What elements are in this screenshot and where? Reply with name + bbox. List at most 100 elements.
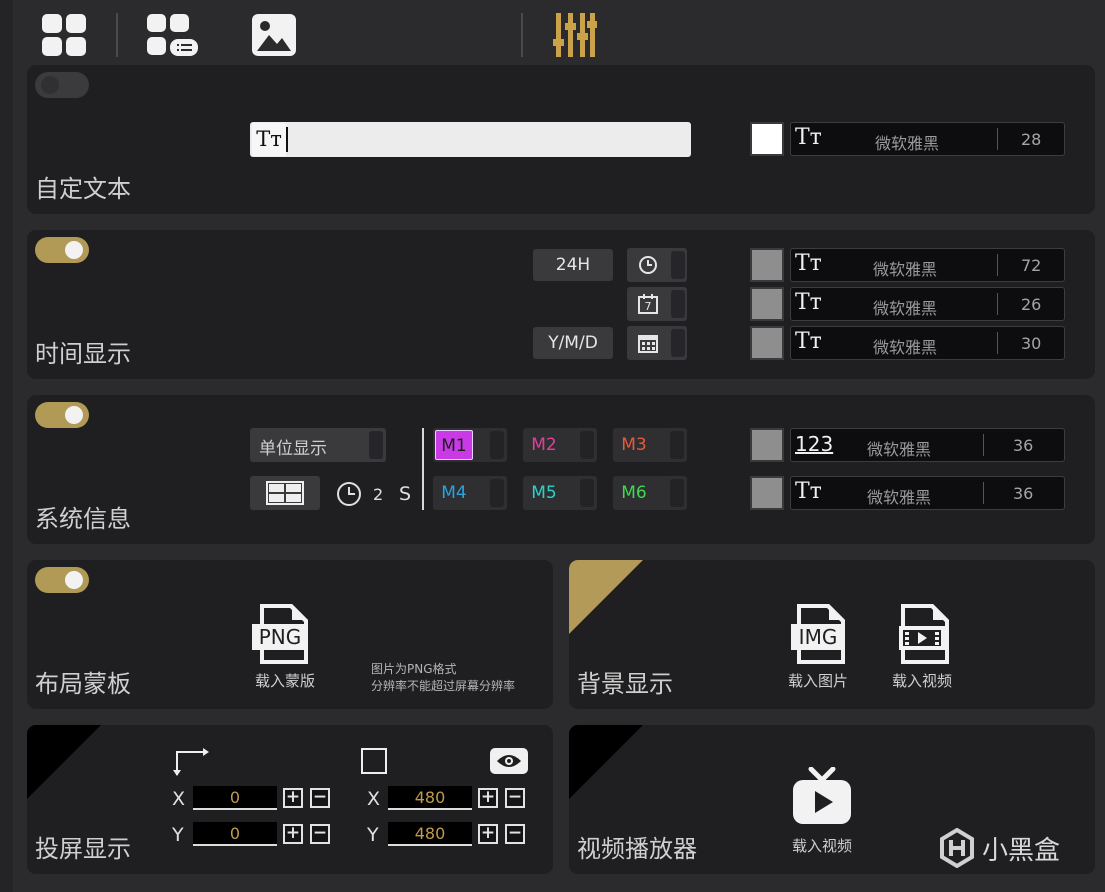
load-image-button[interactable]: IMG 载入图片: [781, 602, 855, 694]
position-x-label: X: [172, 788, 186, 810]
date-format-button[interactable]: Y/M/D: [533, 327, 613, 359]
day-color-swatch[interactable]: [750, 287, 784, 321]
position-x-decrement[interactable]: −: [310, 788, 330, 808]
monitor-button-m4[interactable]: M4: [433, 476, 507, 510]
size-x-decrement[interactable]: −: [505, 788, 525, 808]
calendar-day-icon: 7: [638, 294, 658, 314]
monitor-label: M1: [435, 430, 473, 460]
load-mask-button[interactable]: PNG 载入蒙版: [245, 602, 325, 694]
label-font-selector[interactable]: Tт 微软雅黑 36: [790, 476, 1065, 510]
visibility-button[interactable]: [490, 748, 528, 774]
layout-mask-toggle[interactable]: [35, 567, 89, 593]
size-x-increment[interactable]: +: [478, 788, 498, 808]
font-selector[interactable]: Tт 微软雅黑 28: [790, 122, 1065, 156]
font-divider: [983, 482, 984, 504]
interval-value[interactable]: 2: [373, 485, 383, 504]
size-y-increment[interactable]: +: [478, 824, 498, 844]
value-font-selector[interactable]: 123 微软雅黑 36: [790, 428, 1065, 462]
video-player-load-label: 载入视频: [791, 837, 852, 855]
image-icon: [252, 14, 296, 56]
monitor-button-m1[interactable]: M1: [433, 428, 507, 462]
font-name: 微软雅黑: [873, 338, 938, 357]
custom-text-input[interactable]: Tт: [250, 122, 691, 157]
font-name: 微软雅黑: [873, 260, 938, 279]
toggle-cap: [369, 431, 383, 459]
font-size[interactable]: 36: [1013, 436, 1033, 455]
png-file-icon: PNG: [252, 604, 308, 664]
font-size[interactable]: 72: [1021, 256, 1041, 275]
tab-image[interactable]: [250, 12, 298, 58]
day-font-selector[interactable]: Tт 微软雅黑 26: [790, 287, 1065, 321]
font-divider: [997, 128, 998, 150]
custom-text-panel: 自定文本 Tт Tт 微软雅黑 28: [27, 65, 1095, 214]
size-y-decrement[interactable]: −: [505, 824, 525, 844]
tab-grid[interactable]: [40, 12, 88, 58]
load-image-label: 载入图片: [787, 672, 848, 690]
calendar-day-number: 7: [645, 300, 652, 313]
eye-icon: [497, 755, 521, 767]
numeric-font-icon: 123: [795, 432, 834, 456]
system-info-toggle[interactable]: [35, 402, 89, 428]
font-icon: Tт: [795, 479, 822, 504]
font-divider: [997, 254, 998, 276]
unit-display-toggle[interactable]: 单位显示: [250, 428, 386, 462]
font-name: 微软雅黑: [867, 440, 932, 459]
img-file-icon: IMG: [791, 604, 845, 664]
layout-grid-button[interactable]: [250, 476, 320, 510]
text-cursor: [286, 127, 288, 152]
time-toggle-button[interactable]: [627, 248, 687, 282]
font-icon: Tт: [795, 290, 822, 315]
toggle-cap: [580, 431, 594, 459]
color-swatch[interactable]: [750, 122, 784, 156]
custom-text-toggle[interactable]: [35, 72, 89, 98]
font-size[interactable]: 30: [1021, 334, 1041, 353]
monitor-button-m3[interactable]: M3: [613, 428, 687, 462]
hour-format-button[interactable]: 24H: [533, 249, 613, 281]
font-divider: [997, 332, 998, 354]
position-y-decrement[interactable]: −: [310, 824, 330, 844]
toggle-cap: [490, 431, 504, 459]
watermark-text: 小黑盒: [982, 836, 1061, 866]
tab-grid-list[interactable]: [145, 12, 201, 58]
position-y-input[interactable]: 0: [193, 822, 277, 846]
size-x-input[interactable]: 480: [388, 786, 472, 810]
date-toggle-button[interactable]: [627, 326, 687, 360]
date-color-swatch[interactable]: [750, 326, 784, 360]
tab-sliders[interactable]: [552, 11, 598, 59]
file-type-label: PNG: [259, 625, 302, 649]
cast-display-title: 投屏显示: [35, 835, 131, 863]
monitor-button-m5[interactable]: M5: [523, 476, 597, 510]
time-display-title: 时间显示: [35, 340, 131, 368]
font-size[interactable]: 26: [1021, 295, 1041, 314]
video-player-title: 视频播放器: [577, 835, 697, 863]
unit-display-label: 单位显示: [259, 439, 327, 459]
grid-list-icon: [147, 14, 198, 56]
position-x-increment[interactable]: +: [283, 788, 303, 808]
font-size[interactable]: 36: [1013, 484, 1033, 503]
monitor-button-m6[interactable]: M6: [613, 476, 687, 510]
value-color-swatch[interactable]: [750, 428, 784, 462]
system-info-panel: 系统信息 单位显示 2 S M1 M2 M3 M4 M5 M6 123 微软雅黑…: [27, 395, 1095, 544]
time-color-swatch[interactable]: [750, 248, 784, 282]
font-size[interactable]: 28: [1021, 130, 1041, 149]
position-x-input[interactable]: 0: [193, 786, 277, 810]
monitor-label: M5: [531, 483, 557, 503]
load-video-button[interactable]: 载入视频: [885, 602, 959, 694]
font-icon: Tт: [795, 251, 822, 276]
size-y-input[interactable]: 480: [388, 822, 472, 846]
time-font-selector[interactable]: Tт 微软雅黑 72: [790, 248, 1065, 282]
label-color-swatch[interactable]: [750, 476, 784, 510]
video-player-load-button[interactable]: 载入视频: [779, 767, 865, 859]
time-display-toggle[interactable]: [35, 237, 89, 263]
size-x-label: X: [367, 788, 381, 810]
monitor-button-m2[interactable]: M2: [523, 428, 597, 462]
date-font-selector[interactable]: Tт 微软雅黑 30: [790, 326, 1065, 360]
position-y-increment[interactable]: +: [283, 824, 303, 844]
size-y-label: Y: [367, 824, 379, 846]
background-display-panel: 背景显示 IMG 载入图片 载入视频: [569, 560, 1095, 709]
mask-note-format: 图片为PNG格式: [371, 662, 457, 676]
toggle-knob: [65, 406, 83, 424]
day-toggle-button[interactable]: 7: [627, 287, 687, 321]
toolbar-separator: [521, 13, 523, 57]
clock-icon: [639, 256, 657, 274]
